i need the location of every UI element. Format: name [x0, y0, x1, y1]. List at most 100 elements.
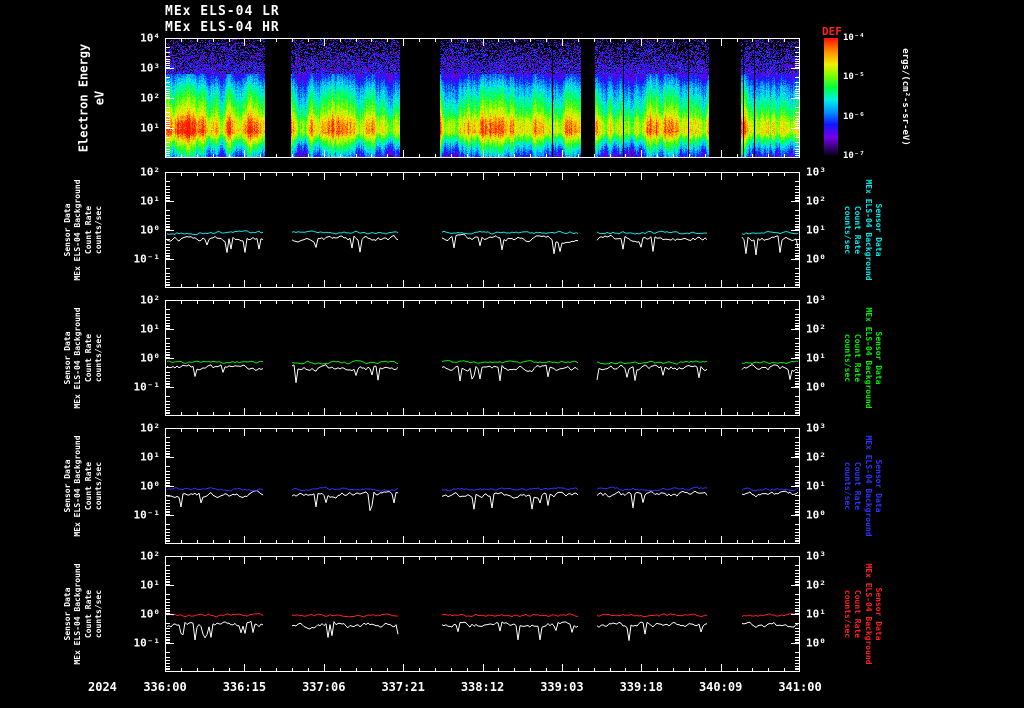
panel-blue-left-ytick-3: 10⁻¹: [133, 508, 161, 522]
panel-red-left-label-line-1: MEx ELS-04 Background: [73, 563, 83, 665]
panel-blue-left-ytick-1: 10¹: [140, 450, 160, 464]
panel-cyan-left-label-line-2: Count Rate: [84, 205, 93, 255]
colorbar-tick-1: 10⁻⁵: [843, 72, 865, 83]
colorbar-unit-label-line-0: ergs/(cm²-s-sr-eV): [899, 48, 910, 146]
colorbar-def-label: DEF: [822, 25, 842, 38]
electron-energy-spectrogram: [165, 38, 800, 158]
panel-red-left-label-line-2: Count Rate: [84, 589, 93, 639]
panel-green-right-label-line-3: counts/sec: [842, 333, 852, 383]
spectrogram-ylabel-line-0: Electron Energy: [76, 43, 91, 153]
spectrogram-ylabel: Electron Energy eV: [76, 44, 107, 152]
xaxis-tick-6: 339:18: [619, 680, 663, 694]
panel-blue-right-ytick-2: 10¹: [806, 479, 826, 493]
panel-green-right-label-line-0: Sensor Data: [873, 331, 883, 385]
panel-blue-left-ytick-0: 10²: [140, 421, 160, 435]
spectrogram-ylabel-line-1: eV: [92, 90, 106, 106]
panel-red-right-ytick-1: 10²: [806, 578, 826, 592]
panel-red-left-label: Sensor Data MEx ELS-04 Background Count Ra…: [63, 563, 105, 664]
panel-green-left-label-line-1: MEx ELS-04 Background: [73, 307, 83, 409]
xaxis-tick-3: 337:21: [381, 680, 425, 694]
panel-blue-right-ytick-3: 10⁰: [806, 508, 826, 522]
panel-green-right-ytick-1: 10²: [806, 322, 826, 336]
panel-red-right-ytick-2: 10¹: [806, 607, 826, 621]
panel-green-left-ytick-1: 10¹: [140, 322, 160, 336]
panel-green-left-ytick-0: 10²: [140, 293, 160, 307]
spectrogram-ytick-2: 10²: [140, 91, 160, 105]
mex-els-plot-figure: MEx ELS-04 LR MEx ELS-04 HR DEF 2024 10⁴…: [0, 0, 1024, 708]
panel-cyan-right-label-line-0: Sensor Data: [873, 203, 883, 257]
panel-cyan-right-ytick-1: 10²: [806, 194, 826, 208]
colorbar-tick-3: 10⁻⁷: [843, 151, 865, 161]
panel-blue-right-ytick-0: 10³: [806, 421, 826, 435]
panel-cyan-right-label-line-1: MEx ELS-04 Background: [863, 179, 873, 281]
panel-red-right-label-line-2: Count Rate: [853, 589, 862, 639]
panel-red-right-label: Sensor Data MEx ELS-04 Background Count Ra…: [841, 563, 883, 664]
panel-blue-right-label-line-2: Count Rate: [853, 461, 862, 511]
panel-blue-right-label: Sensor Data MEx ELS-04 Background Count Ra…: [841, 435, 883, 536]
xaxis-tick-5: 339:03: [540, 680, 584, 694]
count-rate-panel-green: [165, 300, 800, 416]
panel-red-left-ytick-1: 10¹: [140, 578, 160, 592]
colorbar-unit-label: ergs/(cm²-s-sr-eV): [898, 48, 910, 146]
panel-red-left-ytick-2: 10⁰: [140, 607, 160, 621]
panel-blue-left-label-line-1: MEx ELS-04 Background: [73, 435, 83, 537]
xaxis-tick-4: 338:12: [460, 680, 505, 694]
spectrogram-ytick-1: 10³: [140, 61, 160, 75]
panel-cyan-right-ytick-0: 10³: [806, 165, 826, 179]
colorbar-tick-2: 10⁻⁶: [843, 111, 865, 122]
panel-green-left-ytick-2: 10⁰: [140, 351, 160, 365]
panel-blue-left-label-line-3: counts/sec: [94, 461, 104, 511]
panel-green-right-label-line-2: Count Rate: [853, 333, 862, 383]
panel-blue-left-label-line-2: Count Rate: [84, 461, 93, 511]
panel-green-right-ytick-0: 10³: [806, 293, 826, 307]
panel-green-right-label: Sensor Data MEx ELS-04 Background Count Ra…: [841, 307, 883, 408]
panel-red-left-label-line-3: counts/sec: [94, 589, 104, 639]
panel-red-right-label-line-0: Sensor Data: [873, 587, 883, 641]
xaxis-tick-0: 336:00: [143, 680, 187, 694]
colorbar-gradient: [824, 38, 838, 156]
xaxis-tick-7: 340:09: [698, 680, 743, 694]
spectrogram-ytick-3: 10¹: [140, 121, 160, 135]
count-rate-panel-cyan: [165, 172, 800, 288]
panel-red-left-ytick-3: 10⁻¹: [133, 636, 161, 650]
panel-red-right-ytick-0: 10³: [806, 549, 826, 563]
panel-cyan-right-ytick-3: 10⁰: [806, 252, 826, 266]
xaxis-year-label: 2024: [88, 680, 117, 694]
panel-red-right-label-line-1: MEx ELS-04 Background: [863, 563, 873, 665]
panel-red-right-label-line-3: counts/sec: [842, 589, 852, 639]
panel-green-left-label-line-2: Count Rate: [84, 333, 93, 383]
panel-blue-right-label-line-1: MEx ELS-04 Background: [863, 435, 873, 537]
panel-blue-left-ytick-2: 10⁰: [140, 479, 160, 493]
panel-green-left-label: Sensor Data MEx ELS-04 Background Count Ra…: [63, 307, 105, 408]
panel-blue-right-label-line-3: counts/sec: [842, 461, 852, 511]
panel-cyan-left-ytick-1: 10¹: [140, 194, 160, 208]
spectrogram-ytick-0: 10⁴: [140, 31, 160, 45]
panel-cyan-right-label-line-3: counts/sec: [842, 205, 852, 255]
panel-cyan-right-label-line-2: Count Rate: [853, 205, 862, 255]
panel-cyan-right-label: Sensor Data MEx ELS-04 Background Count Ra…: [841, 179, 883, 280]
panel-cyan-left-ytick-2: 10⁰: [140, 223, 160, 237]
panel-cyan-left-label: Sensor Data MEx ELS-04 Background Count Ra…: [63, 179, 105, 280]
count-rate-panel-red: [165, 556, 800, 672]
plot-title-lr: MEx ELS-04 LR: [165, 4, 280, 19]
panel-blue-left-label-line-0: Sensor Data: [63, 459, 73, 513]
panel-green-left-label-line-3: counts/sec: [94, 333, 104, 383]
panel-green-left-ytick-3: 10⁻¹: [133, 380, 161, 394]
panel-cyan-left-ytick-3: 10⁻¹: [133, 252, 161, 266]
panel-cyan-left-ytick-0: 10²: [140, 165, 160, 179]
plot-title-hr: MEx ELS-04 HR: [165, 20, 280, 35]
panel-red-left-ytick-0: 10²: [140, 549, 160, 563]
count-rate-panel-blue: [165, 428, 800, 544]
panel-red-right-ytick-3: 10⁰: [806, 636, 826, 650]
panel-green-right-ytick-3: 10⁰: [806, 380, 826, 394]
colorbar-tick-0: 10⁻⁴: [843, 33, 865, 43]
panel-blue-left-label: Sensor Data MEx ELS-04 Background Count Ra…: [63, 435, 105, 536]
panel-green-left-label-line-0: Sensor Data: [63, 331, 73, 385]
panel-cyan-left-label-line-0: Sensor Data: [63, 203, 73, 257]
panel-blue-right-ytick-1: 10²: [806, 450, 826, 464]
xaxis-tick-8: 341:00: [778, 680, 822, 694]
panel-green-right-ytick-2: 10¹: [806, 351, 826, 365]
panel-blue-right-label-line-0: Sensor Data: [873, 459, 883, 513]
panel-red-left-label-line-0: Sensor Data: [63, 587, 73, 641]
panel-cyan-right-ytick-2: 10¹: [806, 223, 826, 237]
